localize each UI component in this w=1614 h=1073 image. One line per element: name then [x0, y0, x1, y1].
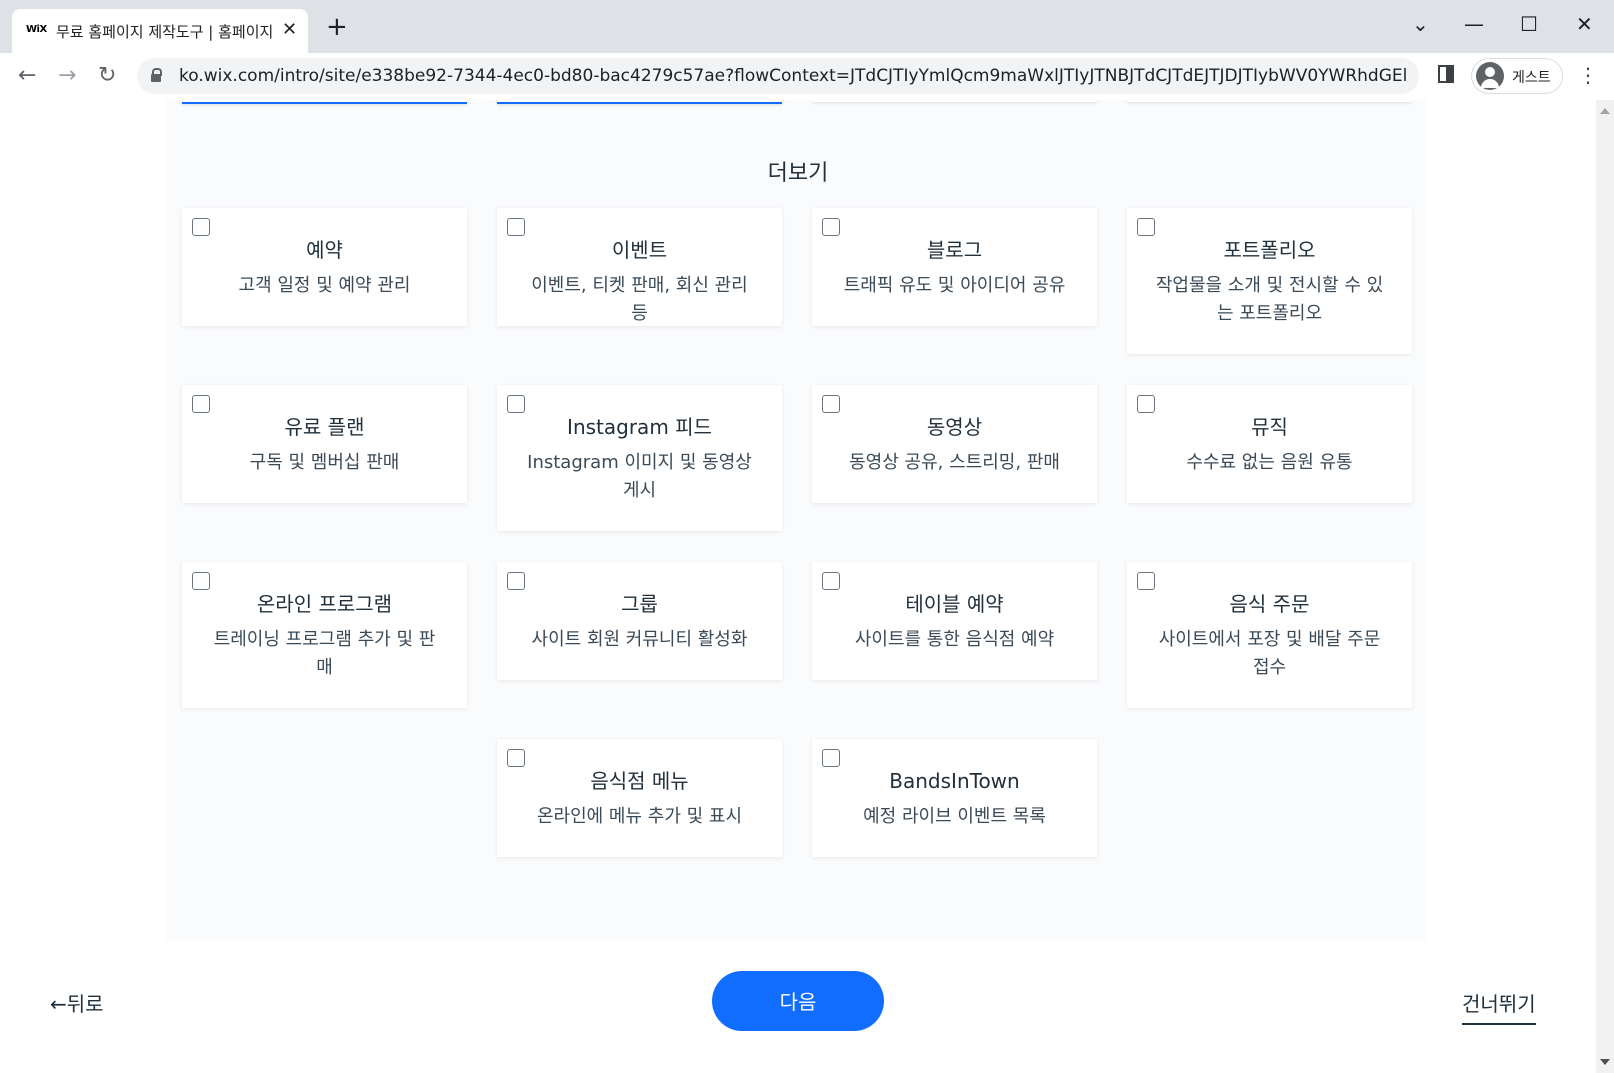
feature-card-food-orders[interactable]: 음식 주문 사이트에서 포장 및 배달 주문 접수 [1127, 562, 1412, 708]
feature-card-groups[interactable]: 그룹 사이트 회원 커뮤니티 활성화 [497, 562, 782, 680]
card-checkbox[interactable] [822, 218, 840, 236]
card-title: 블로그 [926, 238, 983, 262]
previous-card-partial[interactable] [1127, 100, 1412, 102]
card-title: 유료 플랜 [284, 415, 365, 439]
feature-card-online-programs[interactable]: 온라인 프로그램 트레이닝 프로그램 추가 및 판매 [182, 562, 467, 708]
back-arrow-icon[interactable]: ← [18, 63, 36, 88]
profile-label: 게스트 [1512, 70, 1551, 86]
card-title: 그룹 [621, 592, 658, 616]
card-checkbox[interactable] [192, 218, 210, 236]
lock-icon[interactable] [151, 68, 162, 82]
feature-card-bookings[interactable]: 예약 고객 일정 및 예약 관리 [182, 208, 467, 326]
card-description: 사이트 회원 커뮤니티 활성화 [531, 629, 748, 650]
card-title: BandsInTown [889, 769, 1020, 793]
reload-icon[interactable]: ↻ [98, 63, 116, 88]
feature-card-blog[interactable]: 블로그 트래픽 유도 및 아이디어 공유 [812, 208, 1097, 326]
browser-tabstrip: WiX 무료 홈페이지 제작도구 | 홈페이지 ✕ + ⌄ — ☐ ✕ [0, 0, 1614, 53]
card-description: 동영상 공유, 스트리밍, 판매 [849, 452, 1060, 473]
back-button[interactable]: ←뒤로 [50, 988, 104, 1017]
card-title: 포트폴리오 [1223, 238, 1316, 262]
card-checkbox[interactable] [1137, 395, 1155, 413]
feature-card-bandsintown[interactable]: BandsInTown 예정 라이브 이벤트 목록 [812, 739, 1097, 857]
window-close-icon[interactable]: ✕ [1576, 12, 1593, 36]
forward-arrow-icon[interactable]: → [58, 63, 76, 88]
card-description: 구독 및 멤버십 판매 [249, 452, 400, 473]
card-description: 트레이닝 프로그램 추가 및 판매 [213, 629, 436, 678]
card-title: 예약 [306, 238, 343, 262]
feature-card-portfolio[interactable]: 포트폴리오 작업물을 소개 및 전시할 수 있는 포트폴리오 [1127, 208, 1412, 354]
address-bar[interactable]: ko.wix.com/intro/site/e338be92-7344-4ec0… [137, 58, 1419, 94]
feature-card-instagram-feed[interactable]: Instagram 피드 Instagram 이미지 및 동영상 게시 [497, 385, 782, 531]
new-tab-icon[interactable]: + [326, 14, 348, 40]
url-text[interactable]: ko.wix.com/intro/site/e338be92-7344-4ec0… [179, 66, 1409, 86]
card-checkbox[interactable] [192, 395, 210, 413]
card-description: 예정 라이브 이벤트 목록 [863, 806, 1046, 827]
feature-card-table-reservations[interactable]: 테이블 예약 사이트를 통한 음식점 예약 [812, 562, 1097, 680]
avatar-icon [1476, 62, 1504, 90]
card-description: 이벤트, 티켓 판매, 회신 관리 등 [531, 275, 748, 324]
browser-toolbar: ← → ↻ ko.wix.com/intro/site/e338be92-734… [0, 53, 1614, 101]
card-checkbox[interactable] [1137, 218, 1155, 236]
feature-card-events[interactable]: 이벤트 이벤트, 티켓 판매, 회신 관리 등 [497, 208, 782, 326]
skip-button[interactable]: 건너뛰기 [1462, 988, 1536, 1025]
card-description: 온라인에 메뉴 추가 및 표시 [536, 806, 743, 827]
previous-card-partial[interactable] [812, 100, 1097, 102]
card-description: Instagram 이미지 및 동영상 게시 [527, 452, 752, 501]
card-title: 뮤직 [1251, 415, 1288, 439]
page-scrollbar[interactable] [1596, 100, 1614, 1073]
card-title: 테이블 예약 [905, 592, 1004, 616]
minimize-icon[interactable]: — [1464, 12, 1484, 36]
card-title: 동영상 [926, 415, 983, 439]
card-description: 트래픽 유도 및 아이디어 공유 [843, 275, 1066, 296]
card-checkbox[interactable] [507, 572, 525, 590]
card-checkbox[interactable] [822, 395, 840, 413]
wix-favicon-icon: WiX [26, 24, 47, 35]
card-description: 수수료 없는 음원 유통 [1186, 452, 1353, 473]
side-panel-icon[interactable] [1438, 65, 1454, 83]
card-checkbox[interactable] [1137, 572, 1155, 590]
next-button[interactable]: 다음 [712, 971, 884, 1031]
card-checkbox[interactable] [822, 572, 840, 590]
scroll-down-icon[interactable] [1600, 1059, 1610, 1065]
tab-title: 무료 홈페이지 제작도구 | 홈페이지 [56, 23, 274, 41]
card-checkbox[interactable] [507, 749, 525, 767]
section-title: 더보기 [767, 161, 829, 186]
card-description: 사이트를 통한 음식점 예약 [854, 629, 1055, 650]
browser-tab[interactable]: WiX 무료 홈페이지 제작도구 | 홈페이지 ✕ [12, 9, 308, 53]
previous-card-partial[interactable] [182, 100, 467, 104]
profile-button[interactable]: 게스트 [1471, 58, 1563, 94]
card-title: 온라인 프로그램 [256, 592, 393, 616]
feature-card-video[interactable]: 동영상 동영상 공유, 스트리밍, 판매 [812, 385, 1097, 503]
card-description: 고객 일정 및 예약 관리 [238, 275, 411, 296]
card-title: 음식 주문 [1229, 592, 1310, 616]
card-checkbox[interactable] [822, 749, 840, 767]
card-title: Instagram 피드 [567, 415, 712, 439]
more-menu-icon[interactable]: ⋮ [1578, 63, 1598, 87]
page-viewport: 더보기 예약 고객 일정 및 예약 관리 이벤트 이벤트, 티켓 판매, 회신 … [0, 100, 1596, 1073]
feature-card-restaurant-menu[interactable]: 음식점 메뉴 온라인에 메뉴 추가 및 표시 [497, 739, 782, 857]
previous-card-partial[interactable] [497, 100, 782, 104]
card-checkbox[interactable] [192, 572, 210, 590]
feature-card-pricing-plans[interactable]: 유료 플랜 구독 및 멤버십 판매 [182, 385, 467, 503]
card-checkbox[interactable] [507, 395, 525, 413]
card-title: 음식점 메뉴 [590, 769, 689, 793]
tab-close-icon[interactable]: ✕ [282, 19, 297, 40]
card-title: 이벤트 [611, 238, 668, 262]
feature-card-music[interactable]: 뮤직 수수료 없는 음원 유통 [1127, 385, 1412, 503]
card-checkbox[interactable] [507, 218, 525, 236]
card-description: 작업물을 소개 및 전시할 수 있는 포트폴리오 [1155, 275, 1384, 324]
card-description: 사이트에서 포장 및 배달 주문 접수 [1158, 629, 1381, 678]
scroll-up-icon[interactable] [1600, 108, 1610, 114]
maximize-icon[interactable]: ☐ [1520, 12, 1538, 36]
tab-search-dropdown-icon[interactable]: ⌄ [1412, 12, 1429, 36]
